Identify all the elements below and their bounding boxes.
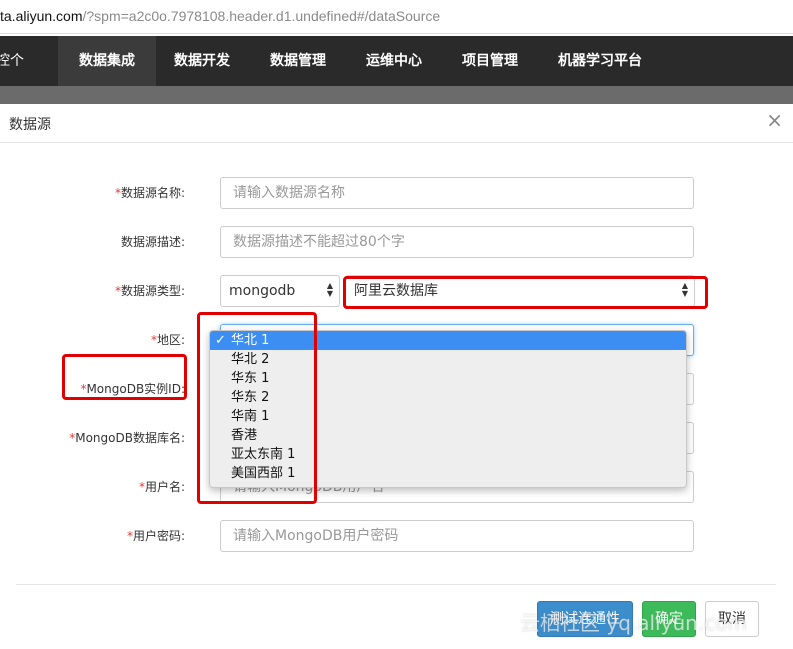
datasource-desc-placeholder: 数据源描述不能超过80个字 [233, 234, 405, 250]
datasource-desc-input[interactable]: 数据源描述不能超过80个字 [220, 226, 694, 258]
datasource-modal: 数据源 × *数据源名称: 请输入数据源名称 数据源描述: 数据源描述不能超过8… [0, 104, 793, 649]
username-label: *用户名: [138, 480, 185, 494]
datasource-name-label: *数据源名称: [114, 186, 185, 200]
nav-item-project-management[interactable]: 项目管理 [444, 36, 536, 86]
url-host: ta.aliyun.com [0, 8, 83, 24]
backdrop-strip [0, 86, 793, 104]
db-type-select[interactable]: mongodb ▲ ▼ [220, 275, 340, 307]
nav-item-data-management[interactable]: 数据管理 [252, 36, 344, 86]
watermark: 云栖社区 yq.aliyun.com [520, 611, 747, 635]
url-path: /?spm=a2c0o.7978108.header.d1.undefined#… [82, 8, 441, 24]
nav-item-machine-learning[interactable]: 机器学习平台 [544, 36, 656, 86]
top-navbar: 控个 数据集成 数据开发 数据管理 运维中心 项目管理 机器学习平台 [0, 36, 793, 86]
region-label: *地区: [150, 333, 185, 347]
datasource-type-label: *数据源类型: [114, 284, 185, 298]
modal-title: 数据源 [9, 117, 51, 133]
annotation-box-region-list [197, 312, 317, 504]
annotation-box-instance-type [343, 276, 708, 309]
updown-icon: ▲▼ [326, 281, 333, 298]
datasource-name-placeholder: 请输入数据源名称 [233, 185, 345, 201]
datasource-name-input[interactable]: 请输入数据源名称 [220, 177, 694, 209]
browser-url-bar[interactable]: ta.aliyun.com/?spm=a2c0o.7978108.header.… [0, 0, 793, 34]
annotation-box-instance-id-label [62, 354, 187, 400]
db-name-label: *MongoDB数据库名: [69, 431, 185, 445]
close-icon[interactable]: × [766, 110, 783, 130]
password-input[interactable]: 请输入MongoDB用户密码 [220, 520, 694, 552]
db-type-value: mongodb [229, 283, 296, 299]
modal-header: 数据源 × [0, 104, 793, 143]
datasource-desc-label: 数据源描述: [120, 235, 185, 249]
console-menu-label: 控个 [0, 53, 24, 69]
nav-item-operations-center[interactable]: 运维中心 [348, 36, 440, 86]
modal-footer-divider [16, 584, 776, 585]
nav-item-data-development[interactable]: 数据开发 [156, 36, 248, 86]
password-placeholder: 请输入MongoDB用户密码 [233, 528, 399, 544]
nav-item-data-integration[interactable]: 数据集成 [58, 36, 156, 86]
password-label: *用户密码: [126, 529, 185, 543]
console-menu[interactable]: 控个 [0, 36, 54, 86]
